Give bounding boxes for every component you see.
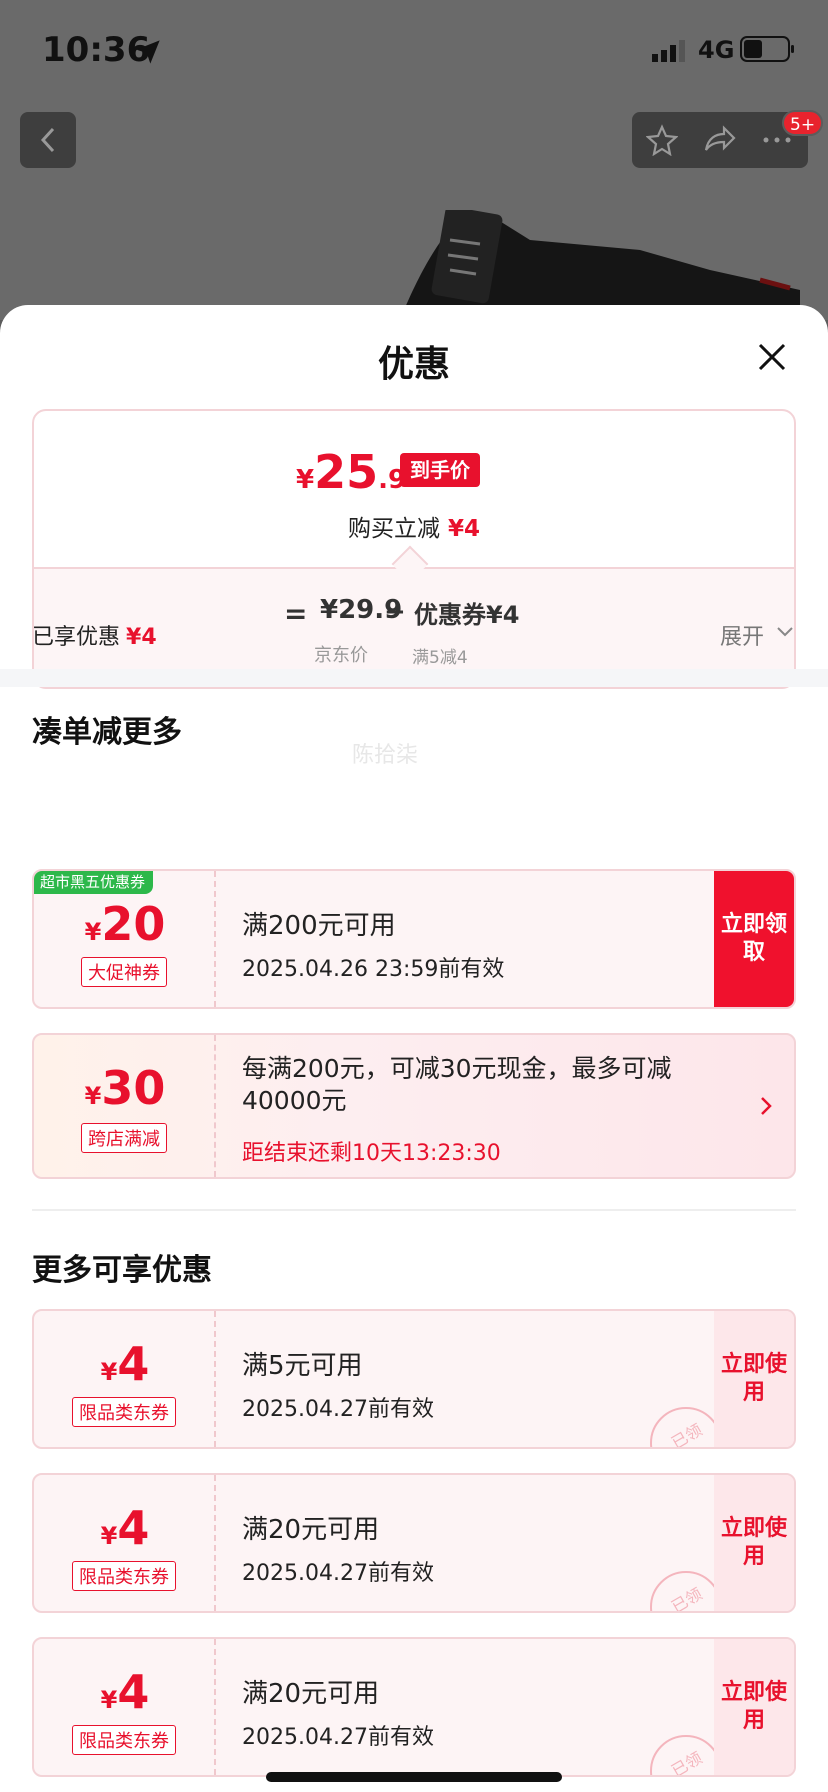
coupon-yen: ¥ [100, 1686, 118, 1714]
enjoyed-label: 已享优惠 [32, 625, 121, 650]
equals-sign: = [284, 597, 308, 630]
section-title-more-savings: 凑单减更多 [32, 715, 182, 750]
promo-title: 每满200元，可减30元现金，最多可减40000元 [242, 1054, 672, 1115]
expand-button[interactable]: 展开 [720, 619, 764, 651]
coupon-yen: ¥ [84, 918, 102, 946]
coupon-validity: 2025.04.27前有效 [242, 1561, 434, 1586]
network-label: 4G [698, 36, 735, 64]
star-icon[interactable] [646, 124, 678, 156]
product-image [400, 210, 800, 320]
chevron-right-icon [761, 1097, 772, 1115]
back-button[interactable] [20, 112, 76, 168]
claimed-stamp-text: 已领 [668, 1584, 706, 1613]
coupon-value: ¥4 [34, 1665, 216, 1719]
coupon-card: ¥20 大促神券 超市黑五优惠券 满200元可用 2025.04.26 23:5… [32, 869, 796, 1009]
promo-amount: 30 [101, 1061, 166, 1115]
status-bar: 10:36 4G [0, 0, 828, 100]
use-coupon-button[interactable]: 立即使用 [714, 1311, 794, 1447]
location-arrow-icon [136, 40, 160, 64]
product-page-background: 10:36 4G 5+ [0, 0, 828, 320]
instant-reduce-line: 购买立减 ¥4 [34, 509, 794, 543]
section-divider [0, 669, 828, 687]
coupon-validity: 2025.04.26 23:59前有效 [242, 957, 505, 982]
section-separator [32, 1209, 796, 1211]
jd-price-caption: 京东价 [314, 645, 368, 666]
promo-value-panel: ¥30 跨店满减 [34, 1035, 216, 1177]
coupon-title: 满20元可用 [242, 1679, 380, 1709]
coupon-validity: 2025.04.27前有效 [242, 1725, 434, 1750]
message-count-badge: 5+ [782, 110, 824, 136]
discount-sheet: 优惠 ¥ 25 .9 到手价 购买立减 ¥4 = ¥29.9 − 优惠券¥4 京东… [0, 305, 828, 1792]
watermark: 陈拾柒 [352, 743, 419, 768]
coupon-tag: 限品类东券 [72, 1561, 176, 1591]
coupon-caption: 满5减4 [412, 648, 468, 668]
coupon-card: ¥4 限品类东券 满20元可用 2025.04.27前有效 已领 立即使用 [32, 1637, 796, 1777]
share-icon[interactable] [702, 124, 736, 156]
coupon-title: 满5元可用 [242, 1351, 363, 1381]
coupon-tag: 限品类东券 [72, 1397, 176, 1427]
coupon-tag: 大促神券 [81, 957, 167, 987]
hand-price-integer: 25 [314, 445, 379, 499]
price-summary-top: ¥ 25 .9 到手价 购买立减 ¥4 [34, 411, 794, 569]
hand-price: ¥ 25 .9 [296, 445, 406, 499]
hand-price-yen: ¥ [296, 465, 315, 495]
coupon-yen: ¥ [100, 1358, 118, 1386]
coupon-corner-label: 超市黑五优惠券 [34, 871, 154, 894]
close-icon[interactable] [752, 337, 792, 377]
claimed-stamp: 已领 [650, 1407, 722, 1449]
coupon-title: 满200元可用 [242, 911, 396, 941]
cross-store-promo-card[interactable]: ¥30 跨店满减 每满200元，可减30元现金，最多可减40000元 距结束还剩… [32, 1033, 796, 1179]
promo-yen: ¥ [84, 1082, 102, 1110]
signal-icon [652, 40, 685, 62]
instant-reduce-amount: ¥4 [447, 516, 480, 542]
coupon-card: ¥4 限品类东券 满20元可用 2025.04.27前有效 已领 立即使用 [32, 1473, 796, 1613]
coupon-amount: 4 [117, 1501, 150, 1555]
coupon-value: ¥4 [34, 1501, 216, 1555]
enjoyed-amount: ¥4 [126, 625, 157, 650]
coupon-value: ¥4 [34, 1337, 216, 1391]
battery-icon [740, 36, 794, 62]
claimed-stamp-text: 已领 [668, 1748, 706, 1777]
coupon-card: ¥4 限品类东券 满5元可用 2025.04.27前有效 已领 立即使用 [32, 1309, 796, 1449]
coupon-value-panel: ¥4 限品类东券 [34, 1475, 216, 1611]
section-title-more-offers: 更多可享优惠 [32, 1253, 212, 1288]
home-indicator[interactable] [266, 1772, 562, 1782]
coupon-value-panel: ¥4 限品类东券 [34, 1311, 216, 1447]
claimed-stamp: 已领 [650, 1735, 722, 1777]
sheet-title: 优惠 [377, 344, 450, 385]
promo-tag: 跨店满减 [81, 1123, 167, 1153]
coupon-validity: 2025.04.27前有效 [242, 1397, 434, 1422]
minus-sign: − [384, 597, 406, 627]
coupon-deduction: 优惠券¥4 [414, 601, 520, 629]
coupon-value: ¥20 [34, 897, 216, 951]
claimed-stamp: 已领 [650, 1571, 722, 1613]
use-coupon-button[interactable]: 立即使用 [714, 1475, 794, 1611]
promo-countdown: 距结束还剩10天13:23:30 [242, 1141, 501, 1166]
coupon-title: 满20元可用 [242, 1515, 380, 1545]
instant-reduce-label: 购买立减 [347, 516, 440, 542]
coupon-amount: 20 [101, 897, 166, 951]
chevron-down-icon[interactable] [776, 625, 794, 639]
promo-value: ¥30 [34, 1061, 216, 1115]
coupon-tag: 限品类东券 [72, 1725, 176, 1755]
claim-coupon-button[interactable]: 立即领取 [714, 871, 794, 1007]
enjoyed-discount: 已享优惠 ¥4 [32, 619, 157, 651]
coupon-yen: ¥ [100, 1522, 118, 1550]
claimed-stamp-text: 已领 [668, 1420, 706, 1449]
coupon-value-panel: ¥4 限品类东券 [34, 1639, 216, 1775]
coupon-amount: 4 [117, 1337, 150, 1391]
coupon-amount: 4 [117, 1665, 150, 1719]
chevron-left-icon [40, 127, 55, 153]
hand-price-badge: 到手价 [400, 453, 480, 487]
use-coupon-button[interactable]: 立即使用 [714, 1639, 794, 1775]
